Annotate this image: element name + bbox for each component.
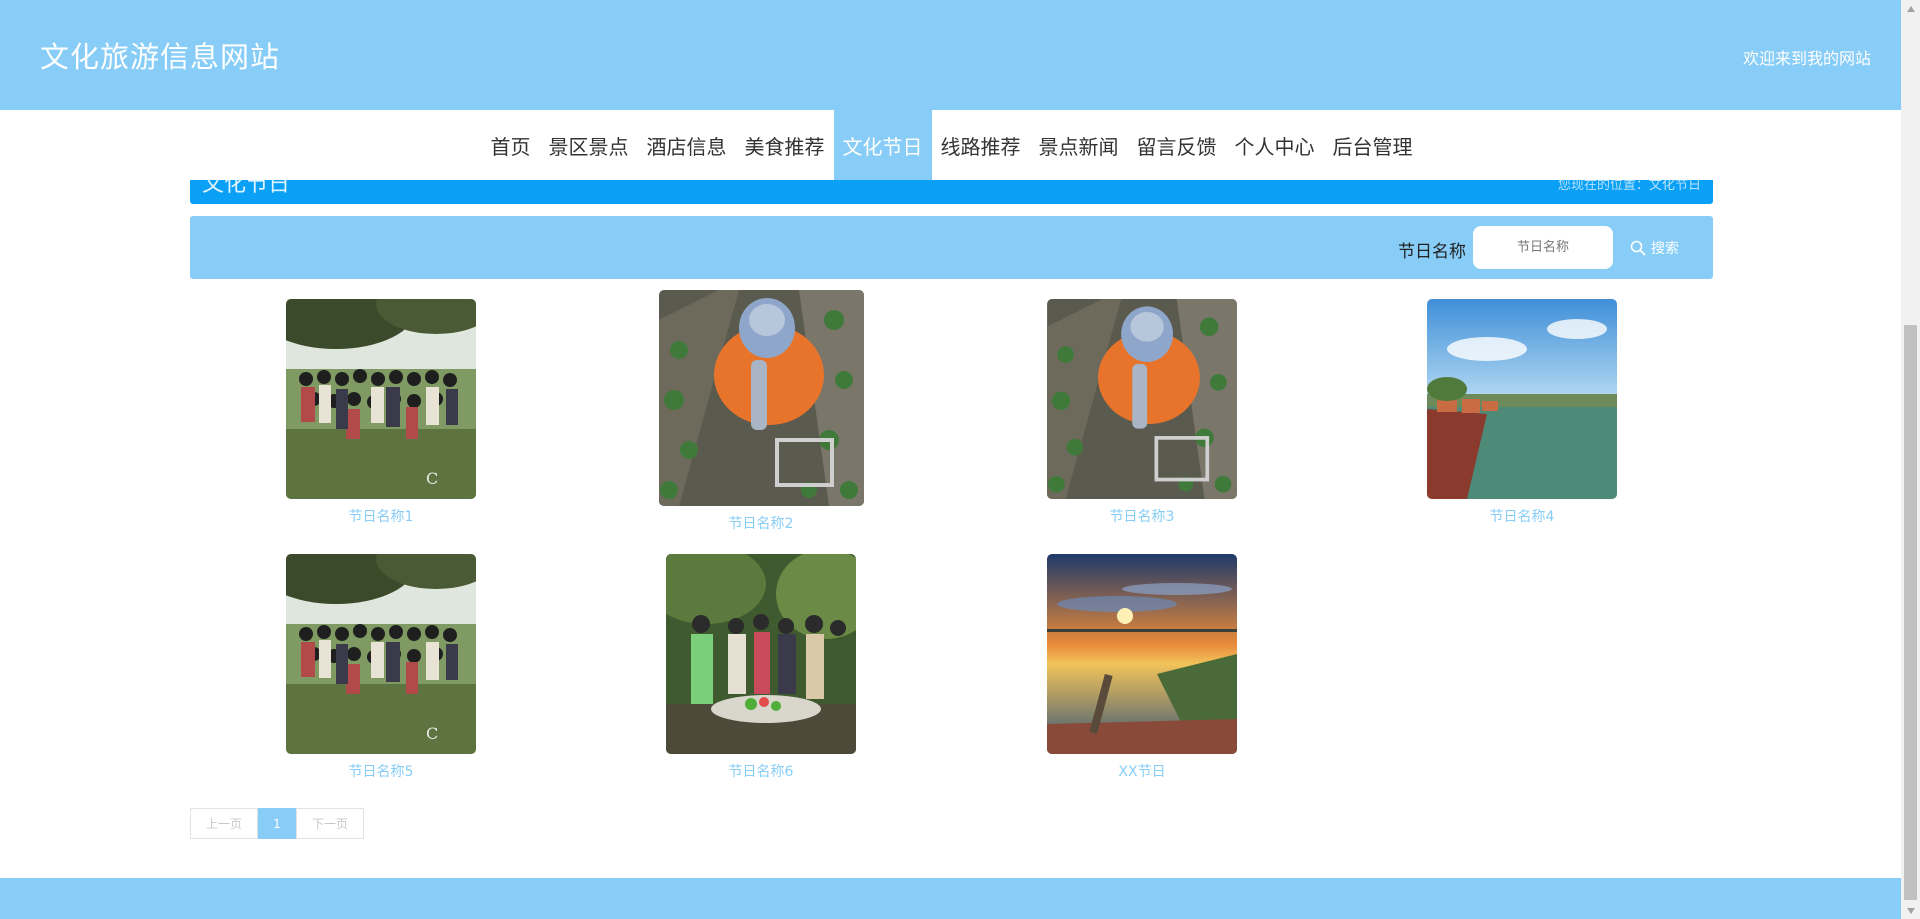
festival-image-group-photo[interactable]: C xyxy=(286,554,476,754)
festival-image-lakeside-village[interactable] xyxy=(1427,299,1617,499)
nav-item-food[interactable]: 美食推荐 xyxy=(736,110,834,180)
festival-card[interactable]: C 节日名称5 xyxy=(231,554,531,781)
nav-item-routes[interactable]: 线路推荐 xyxy=(932,110,1030,180)
nav-item-news[interactable]: 景点新闻 xyxy=(1030,110,1128,180)
nav-item-feedback[interactable]: 留言反馈 xyxy=(1128,110,1226,180)
festival-card[interactable]: C 节日名称1 xyxy=(231,299,531,526)
festival-name[interactable]: 节日名称6 xyxy=(611,761,911,781)
scroll-up-arrow-icon[interactable] xyxy=(1901,0,1920,17)
festival-name[interactable]: 节日名称3 xyxy=(992,506,1292,526)
scrollbar-thumb[interactable] xyxy=(1904,325,1917,900)
festival-image-group-dinner[interactable] xyxy=(666,554,856,754)
festival-image-strawberry-picking[interactable] xyxy=(658,290,864,506)
festival-image-group-photo[interactable]: C xyxy=(286,299,476,499)
nav-item-hotels[interactable]: 酒店信息 xyxy=(638,110,736,180)
search-icon xyxy=(1630,240,1646,256)
search-bar: 节日名称 搜索 xyxy=(190,216,1713,279)
main-nav: 首页 景区景点 酒店信息 美食推荐 文化节日 线路推荐 景点新闻 留言反馈 个人… xyxy=(0,110,1901,180)
pagination: 上一页 1 下一页 xyxy=(190,808,364,839)
festival-name[interactable]: 节日名称1 xyxy=(231,506,531,526)
prev-page-button[interactable]: 上一页 xyxy=(190,808,258,839)
vertical-scrollbar[interactable] xyxy=(1901,0,1920,919)
scroll-down-arrow-icon[interactable] xyxy=(1901,902,1920,919)
site-footer xyxy=(0,878,1901,919)
festival-card[interactable]: 节日名称6 xyxy=(611,554,911,781)
nav-item-festivals[interactable]: 文化节日 xyxy=(833,110,932,180)
svg-text:C: C xyxy=(426,469,438,488)
festival-card[interactable]: XX节日 xyxy=(992,554,1292,781)
section-title-bar: 文化节日 您现在的位置：文化节日 xyxy=(190,180,1713,204)
svg-text:C: C xyxy=(426,724,438,743)
nav-item-scenic-spots[interactable]: 景区景点 xyxy=(540,110,638,180)
festival-name[interactable]: 节日名称4 xyxy=(1372,506,1672,526)
festival-name[interactable]: XX节日 xyxy=(992,761,1292,781)
festival-name[interactable]: 节日名称2 xyxy=(611,513,911,533)
festival-image-strawberry-picking[interactable] xyxy=(1047,299,1237,499)
festival-image-sunset-lake[interactable] xyxy=(1047,554,1237,754)
site-title[interactable]: 文化旅游信息网站 xyxy=(40,34,280,76)
search-label: 节日名称 xyxy=(1398,242,1466,262)
next-page-button[interactable]: 下一页 xyxy=(296,808,364,839)
search-button-label: 搜索 xyxy=(1651,241,1679,257)
nav-item-profile[interactable]: 个人中心 xyxy=(1226,110,1324,180)
breadcrumb: 您现在的位置：文化节日 xyxy=(1557,180,1701,193)
nav-item-home[interactable]: 首页 xyxy=(482,110,540,180)
site-header: 文化旅游信息网站 欢迎来到我的网站 xyxy=(0,0,1901,110)
festival-card[interactable]: 节日名称4 xyxy=(1372,299,1672,526)
section-title: 文化节日 xyxy=(202,180,291,197)
festival-name-input[interactable] xyxy=(1473,226,1613,269)
festival-name[interactable]: 节日名称5 xyxy=(231,761,531,781)
page-number-button[interactable]: 1 xyxy=(258,808,296,839)
welcome-text: 欢迎来到我的网站 xyxy=(1742,49,1871,68)
festival-card[interactable]: 节日名称3 xyxy=(992,299,1292,526)
search-button[interactable]: 搜索 xyxy=(1630,237,1679,259)
nav-item-admin[interactable]: 后台管理 xyxy=(1324,110,1422,180)
festival-card[interactable]: 节日名称2 xyxy=(611,290,911,533)
